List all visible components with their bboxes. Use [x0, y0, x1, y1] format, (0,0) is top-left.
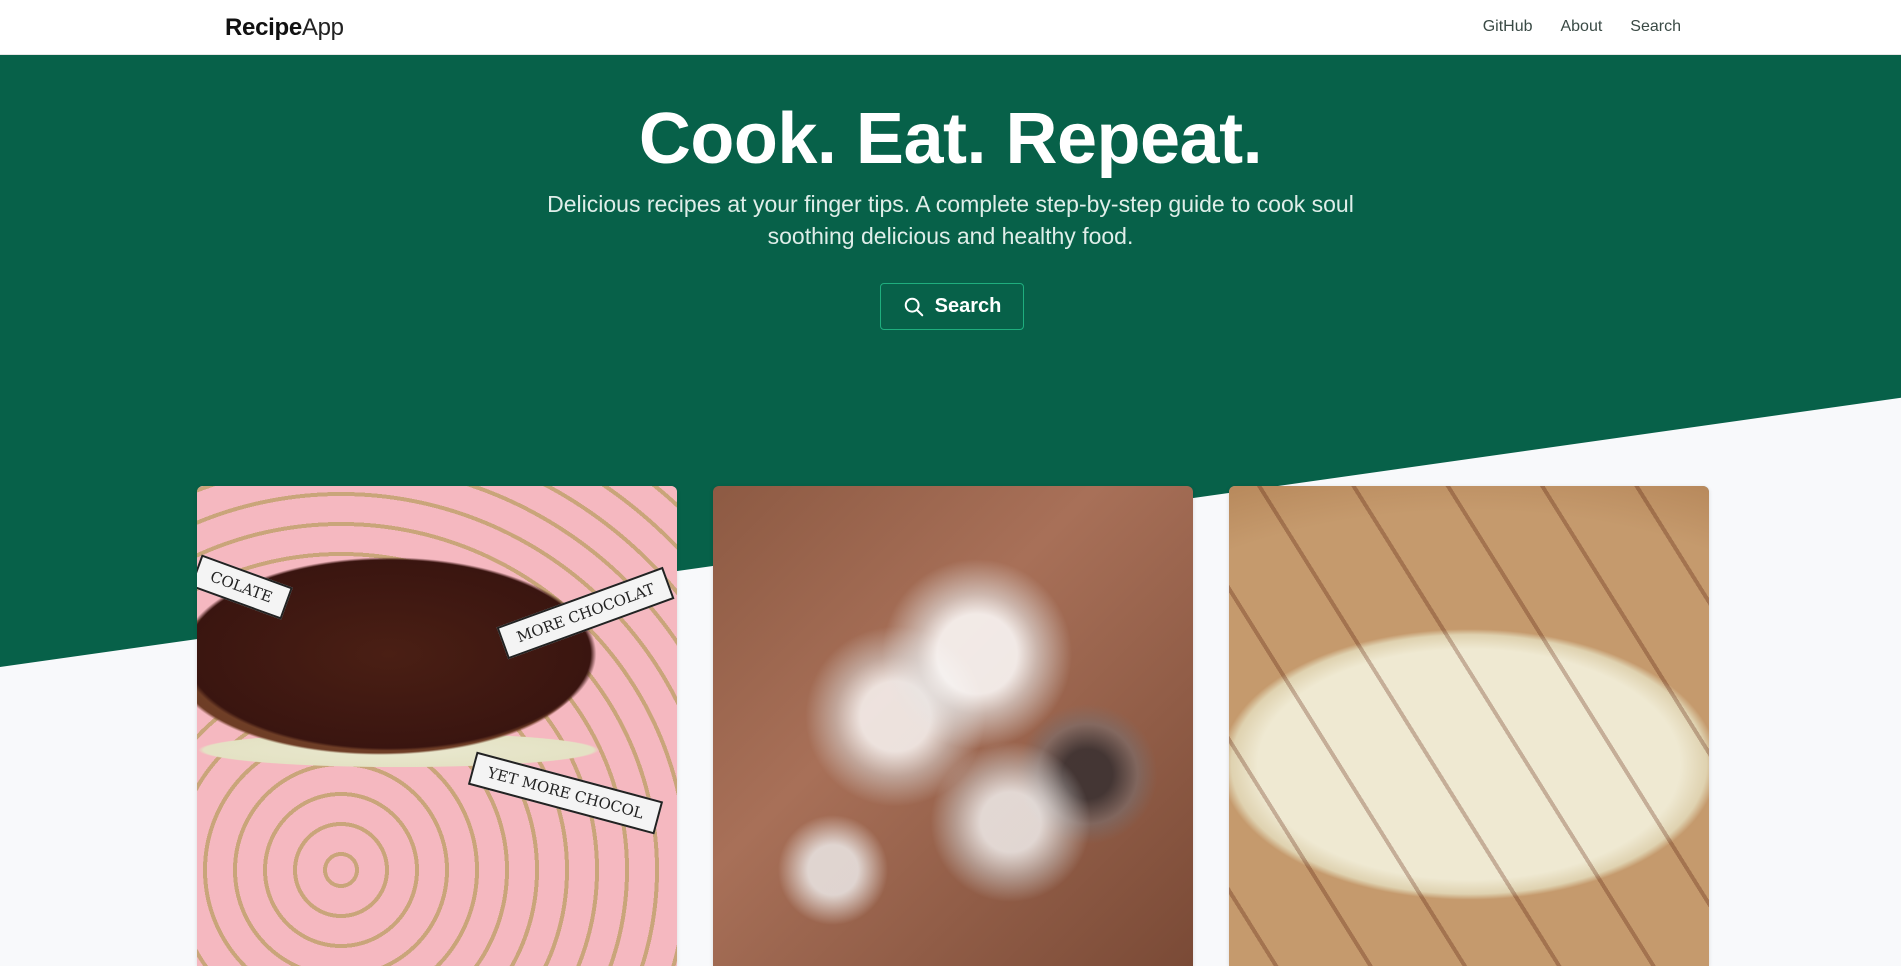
nav-link-about[interactable]: About — [1560, 18, 1602, 36]
brand-light: App — [301, 14, 344, 41]
recipe-card[interactable] — [1229, 486, 1709, 966]
nav-links: GitHub About Search — [1483, 18, 1681, 36]
brand-bold: Recipe — [225, 14, 302, 41]
chocolate-truffle-image — [197, 486, 677, 966]
nav-link-github[interactable]: GitHub — [1483, 18, 1533, 36]
search-icon — [904, 297, 923, 316]
hero-search-button[interactable]: Search — [880, 283, 1024, 330]
hero-title: Cook. Eat. Repeat. — [638, 99, 1263, 179]
chocolate-bark-image — [1229, 486, 1709, 966]
recipe-cards: COLATE MORE CHOCOLAT YET MORE CHOCOL — [197, 486, 1709, 966]
recipe-card[interactable] — [713, 486, 1193, 966]
hero-search-button-label: Search — [934, 295, 1002, 317]
navbar: RecipeApp GitHub About Search — [0, 0, 1901, 55]
recipe-card[interactable]: COLATE MORE CHOCOLAT YET MORE CHOCOL — [197, 486, 677, 966]
iced-cocoa-image — [713, 486, 1193, 966]
nav-link-search[interactable]: Search — [1630, 18, 1681, 36]
brand-logo[interactable]: RecipeApp — [225, 14, 344, 42]
hero-subtitle: Delicious recipes at your finger tips. A… — [547, 191, 1354, 249]
